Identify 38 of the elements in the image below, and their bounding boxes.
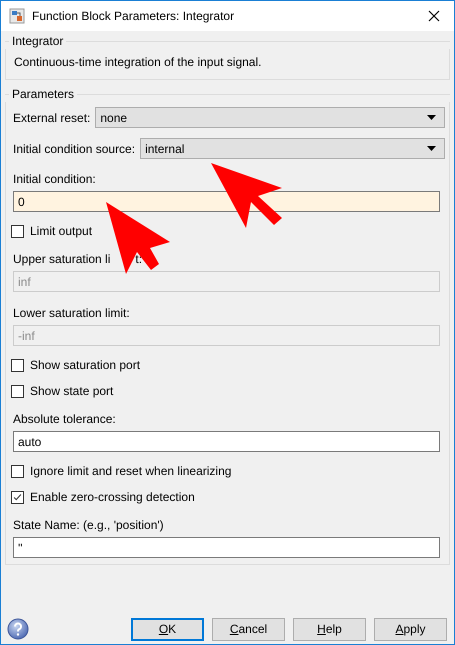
dialog-button[interactable]: Help <box>293 618 366 640</box>
input-field[interactable]: auto <box>13 431 440 452</box>
checkbox[interactable] <box>11 384 24 398</box>
checkbox[interactable] <box>11 464 24 478</box>
checkbox-label: Show state port <box>30 384 114 398</box>
app-icon <box>9 8 25 24</box>
checkbox-label: Limit output <box>30 224 92 238</box>
group-title: Integrator <box>12 34 64 48</box>
group-title: Parameters <box>12 87 74 101</box>
checkbox[interactable] <box>11 358 24 372</box>
field-label: Initial condition source: <box>13 142 136 156</box>
close-icon[interactable] <box>428 10 440 22</box>
help-icon[interactable] <box>7 618 29 640</box>
field-label: State Name: (e.g., 'position') <box>13 518 164 532</box>
field-label: t: <box>135 252 142 266</box>
annotation-arrow <box>211 163 282 228</box>
checkbox-label: Show saturation port <box>30 358 140 372</box>
field-label: Lower saturation limit: <box>13 306 130 320</box>
field-label: Initial condition: <box>13 172 96 186</box>
field-label: Absolute tolerance: <box>13 412 116 426</box>
caret-icon <box>427 146 436 151</box>
dialog-button[interactable]: OK <box>131 618 204 640</box>
checkbox[interactable] <box>11 490 24 504</box>
checkbox-label: Enable zero-crossing detection <box>30 490 195 504</box>
field-label: Upper saturation li <box>13 252 110 266</box>
description-text: Continuous-time integration of the input signal. <box>13 54 262 71</box>
annotation-arrow <box>106 202 170 274</box>
window-title: Function Block Parameters: Integrator <box>32 9 236 23</box>
caret-icon <box>427 115 436 120</box>
checkbox-label: Ignore limit and reset when linearizing <box>30 464 232 478</box>
input-field[interactable]: 0 <box>13 191 440 212</box>
dropdown[interactable]: none <box>95 107 445 128</box>
dropdown[interactable]: internal <box>140 138 445 159</box>
checkbox[interactable] <box>11 224 24 238</box>
dialog-button[interactable]: Apply <box>374 618 447 640</box>
dialog-button[interactable]: Cancel <box>212 618 285 640</box>
field-label: External reset: <box>13 110 90 124</box>
input-field[interactable]: '' <box>13 537 440 558</box>
